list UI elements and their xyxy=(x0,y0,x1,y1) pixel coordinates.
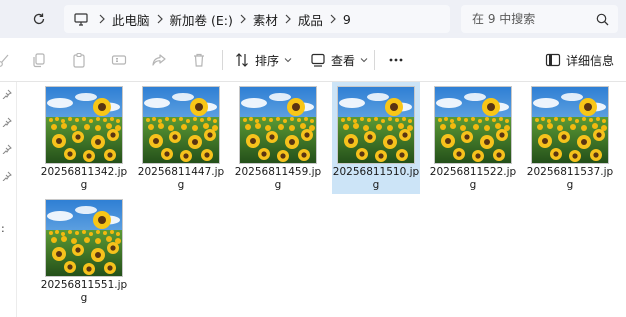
file-name: 20256811522.jpg xyxy=(429,166,517,191)
sort-icon xyxy=(236,53,248,67)
image-thumbnail xyxy=(338,87,414,163)
search-icon[interactable] xyxy=(596,13,609,26)
image-thumbnail xyxy=(46,200,122,276)
delete-button[interactable] xyxy=(190,51,208,69)
nav-item-label: : xyxy=(1,222,5,235)
toolbar-divider xyxy=(374,50,375,70)
image-thumbnail xyxy=(46,87,122,163)
paste-button[interactable] xyxy=(70,51,88,69)
address-bar-row: 此电脑 新加卷 (E:) 素材 成品 9 xyxy=(0,0,626,38)
chevron-right-icon xyxy=(233,14,253,24)
sort-button[interactable]: 排序 xyxy=(234,49,292,71)
chevron-down-icon xyxy=(360,58,368,63)
breadcrumb-item-sucai[interactable]: 素材 xyxy=(253,10,278,29)
chevron-right-icon xyxy=(92,14,112,24)
copy-icon xyxy=(33,53,45,68)
pin-icon[interactable] xyxy=(2,171,12,181)
image-thumbnail xyxy=(240,87,316,163)
refresh-icon xyxy=(33,13,45,25)
file-name: 20256811537.jpg xyxy=(526,166,614,191)
chevron-right-icon xyxy=(278,14,298,24)
breadcrumb-item-volume-e[interactable]: 新加卷 (E:) xyxy=(170,10,233,29)
search-box[interactable] xyxy=(461,5,618,33)
image-thumbnail xyxy=(143,87,219,163)
toolbar-divider xyxy=(222,50,223,70)
refresh-button[interactable] xyxy=(29,9,49,29)
file-item[interactable]: 20256811522.jpg xyxy=(429,82,517,194)
cut-button[interactable] xyxy=(0,51,12,69)
details-pane-button[interactable]: 详细信息 xyxy=(545,49,614,71)
rename-icon xyxy=(111,55,127,65)
file-item[interactable]: 20256811551.jpg xyxy=(40,195,128,307)
cut-icon xyxy=(0,54,9,67)
paste-icon xyxy=(73,52,85,68)
chevron-right-icon xyxy=(150,14,170,24)
pin-icon[interactable] xyxy=(2,144,12,154)
rename-button[interactable] xyxy=(110,51,128,69)
breadcrumb-item-chengpin[interactable]: 成品 xyxy=(298,10,323,29)
breadcrumb[interactable]: 此电脑 新加卷 (E:) 素材 成品 9 xyxy=(64,5,450,33)
view-icon xyxy=(311,53,325,67)
share-icon xyxy=(152,54,166,66)
image-thumbnail xyxy=(435,87,511,163)
details-pane-icon xyxy=(545,53,561,67)
chevron-right-icon xyxy=(323,14,343,24)
file-item[interactable]: 20256811342.jpg xyxy=(40,82,128,194)
breadcrumb-item-this-pc[interactable]: 此电脑 xyxy=(112,10,150,29)
view-label: 查看 xyxy=(331,53,356,68)
more-options-button[interactable] xyxy=(387,51,405,69)
copy-button[interactable] xyxy=(30,51,48,69)
file-name: 20256811459.jpg xyxy=(234,166,322,191)
file-item[interactable]: 20256811459.jpg xyxy=(234,82,322,194)
more-icon xyxy=(389,58,403,62)
file-item[interactable]: 20256811510.jpg xyxy=(332,82,420,194)
chevron-down-icon xyxy=(284,58,292,63)
search-input[interactable] xyxy=(472,12,590,26)
file-item[interactable]: 20256811537.jpg xyxy=(526,82,614,194)
image-thumbnail xyxy=(532,87,608,163)
share-button[interactable] xyxy=(150,51,168,69)
file-item[interactable]: 20256811447.jpg xyxy=(137,82,225,194)
sort-label: 排序 xyxy=(255,53,280,68)
pin-icon[interactable] xyxy=(2,117,12,127)
file-name: 20256811342.jpg xyxy=(40,166,128,191)
command-bar: 排序 查看 详细信息 xyxy=(0,38,626,82)
file-name: 20256811551.jpg xyxy=(40,279,128,304)
breadcrumb-item-9[interactable]: 9 xyxy=(343,12,351,27)
monitor-icon xyxy=(74,12,88,26)
delete-icon xyxy=(194,53,204,67)
file-name: 20256811447.jpg xyxy=(137,166,225,191)
navigation-pane: : xyxy=(0,82,17,317)
view-button[interactable]: 查看 xyxy=(310,49,368,71)
file-name: 20256811510.jpg xyxy=(332,166,420,191)
pin-icon[interactable] xyxy=(2,89,12,99)
details-label: 详细信息 xyxy=(566,53,615,68)
